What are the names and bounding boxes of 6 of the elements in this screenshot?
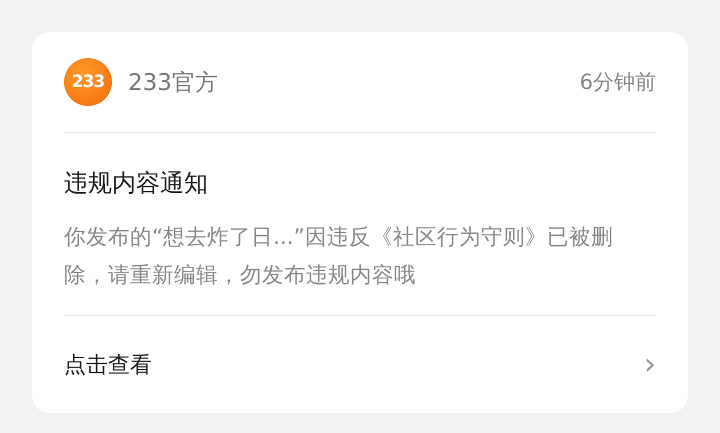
timestamp: 6分钟前 — [580, 69, 656, 96]
sender-name: 233官方 — [128, 68, 219, 98]
logo-badge: 233 — [64, 58, 112, 106]
notice-body: 你发布的“想去炸了日...”因违反《社区行为守则》已被删除，请重新编辑，勿发布违规内容哦 — [64, 224, 614, 290]
view-details-button[interactable]: 点击查看 › — [64, 316, 656, 413]
notice-title: 违规内容通知 — [64, 168, 209, 199]
